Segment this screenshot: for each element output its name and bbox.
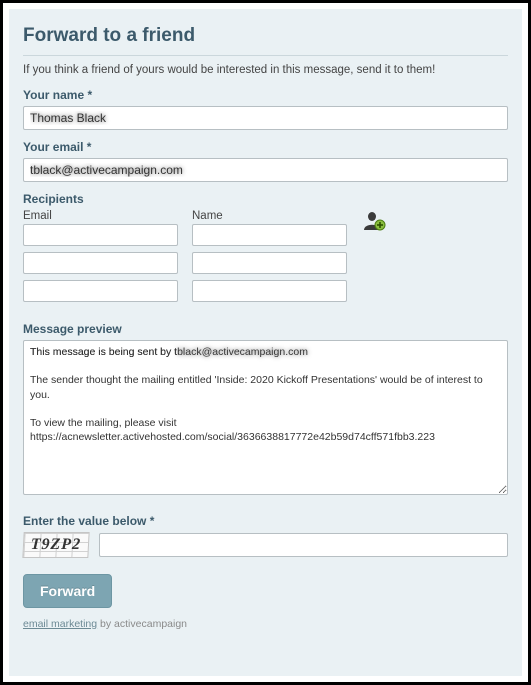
message-preview-label: Message preview <box>23 322 508 336</box>
your-name-label: Your name * <box>23 88 508 102</box>
add-recipient-button[interactable] <box>361 210 387 232</box>
recipient-email-input[interactable] <box>23 280 178 302</box>
footer: email marketing by activecampaign <box>23 618 508 630</box>
footer-link[interactable]: email marketing <box>23 618 97 630</box>
captcha-block: Enter the value below * T9ZP2 <box>23 514 508 558</box>
recipients-email-header: Email <box>23 210 178 222</box>
form-panel: Forward to a friend If you think a frien… <box>9 9 522 676</box>
message-preview-block: Message preview This message is being se… <box>23 322 508 500</box>
footer-suffix: by activecampaign <box>97 618 187 630</box>
recipient-email-input[interactable] <box>23 252 178 274</box>
message-preview-textarea[interactable] <box>23 340 508 495</box>
your-name-block: Your name * <box>23 88 508 130</box>
your-email-block: Your email * <box>23 140 508 182</box>
your-email-input[interactable] <box>23 158 508 182</box>
intro-text: If you think a friend of yours would be … <box>23 64 508 76</box>
recipient-name-input[interactable] <box>192 252 347 274</box>
recipients-label: Recipients <box>23 192 508 206</box>
captcha-label: Enter the value below * <box>23 514 508 528</box>
recipient-name-input[interactable] <box>192 280 347 302</box>
divider <box>23 55 508 56</box>
recipient-email-input[interactable] <box>23 224 178 246</box>
captcha-input[interactable] <box>99 533 508 557</box>
page-title: Forward to a friend <box>23 25 508 47</box>
add-person-icon <box>362 210 386 232</box>
forward-button[interactable]: Forward <box>23 574 112 608</box>
your-name-input[interactable] <box>23 106 508 130</box>
recipients-name-header: Name <box>192 210 347 222</box>
window-frame: Forward to a friend If you think a frien… <box>0 0 531 685</box>
your-email-label: Your email * <box>23 140 508 154</box>
captcha-image: T9ZP2 <box>22 532 89 558</box>
recipients-email-col: Email <box>23 210 178 308</box>
recipients-name-col: Name <box>192 210 347 308</box>
recipients-block: Recipients Email Name <box>23 192 508 308</box>
recipient-name-input[interactable] <box>192 224 347 246</box>
